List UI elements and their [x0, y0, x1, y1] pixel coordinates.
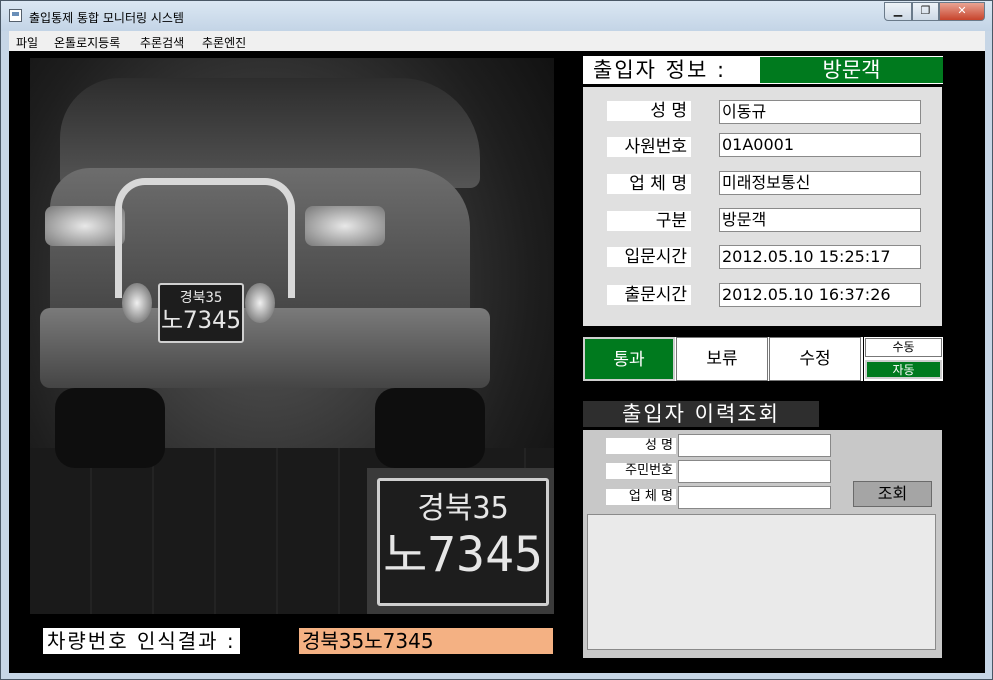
fog-light-right	[245, 283, 275, 323]
plate-number: 노7345	[161, 306, 241, 334]
minimize-button[interactable]: ▁	[884, 2, 912, 21]
action-bar: 통과 보류 수정	[583, 337, 863, 381]
history-name-label: 성 명	[606, 438, 676, 454]
menu-file[interactable]: 파일	[16, 34, 38, 51]
headlight-left	[45, 206, 125, 246]
visitor-info-title: 출입자 정보 :	[593, 58, 727, 82]
grille-guard	[115, 178, 295, 298]
edit-button[interactable]: 수정	[769, 337, 861, 381]
history-company-input[interactable]	[678, 486, 831, 509]
history-name-input[interactable]	[678, 434, 831, 457]
license-plate-zoom: 경북35 노7345	[377, 478, 549, 606]
search-button[interactable]: 조회	[853, 481, 932, 507]
name-field[interactable]: 이동규	[719, 100, 921, 124]
category-label: 구분	[607, 211, 691, 231]
visitor-info-header: 출입자 정보 : 방문객	[583, 56, 943, 84]
category-field[interactable]: 방문객	[719, 208, 921, 232]
menu-inference-search[interactable]: 추론검색	[140, 34, 184, 51]
name-label: 성 명	[607, 101, 691, 121]
history-panel: 성 명 주민번호 업 체 명 조회	[583, 430, 942, 658]
maximize-button[interactable]: ❐	[912, 2, 939, 21]
company-label: 업 체 명	[607, 174, 691, 194]
recognition-result: 경북35노7345	[299, 628, 553, 654]
mode-toggle: 수동 자동	[864, 337, 943, 381]
employee-id-field[interactable]: 01A0001	[719, 133, 921, 157]
history-result-list[interactable]	[587, 514, 936, 650]
manual-mode-button[interactable]: 수동	[865, 338, 942, 357]
plate-zoom-number: 노7345	[383, 527, 543, 583]
history-resident-id-label: 주민번호	[606, 463, 676, 479]
pass-button[interactable]: 통과	[583, 337, 675, 381]
visitor-info-panel: 성 명 이동규 사원번호 01A0001 업 체 명 미래정보통신 구분 방문객…	[583, 87, 942, 326]
auto-mode-button[interactable]: 자동	[865, 360, 942, 379]
app-window: 출입통제 통합 모니터링 시스템 ▁ ❐ ✕ 파일 온톨로지등록 추론검색 추론…	[0, 0, 993, 680]
menu-ontology-register[interactable]: 온톨로지등록	[54, 34, 120, 51]
plate-region: 경북35	[179, 290, 223, 306]
history-company-label: 업 체 명	[606, 489, 676, 505]
app-icon[interactable]	[9, 9, 22, 22]
company-field[interactable]: 미래정보통신	[719, 171, 921, 195]
hold-button[interactable]: 보류	[676, 337, 768, 381]
entry-time-label: 입문시간	[607, 247, 691, 267]
title-bar[interactable]: 출입통제 통합 모니터링 시스템 ▁ ❐ ✕	[1, 1, 992, 31]
close-button[interactable]: ✕	[939, 2, 985, 21]
license-plate: 경북35 노7345	[158, 283, 244, 343]
menu-inference-engine[interactable]: 추론엔진	[202, 34, 246, 51]
employee-id-label: 사원번호	[607, 137, 691, 157]
plate-zoom-inset: 경북35 노7345	[367, 468, 554, 614]
exit-time-field[interactable]: 2012.05.10 16:37:26	[719, 283, 921, 307]
exit-time-label: 출문시간	[607, 285, 691, 305]
tire-left	[55, 388, 165, 468]
camera-image: 경북35 노7345 경북35 노7345	[30, 58, 554, 614]
menu-bar: 파일 온톨로지등록 추론검색 추론엔진	[9, 31, 985, 51]
visitor-type-badge: 방문객	[760, 57, 943, 83]
headlight-right	[305, 206, 385, 246]
fog-light-left	[122, 283, 152, 323]
plate-zoom-region: 경북35	[417, 491, 509, 526]
history-resident-id-input[interactable]	[678, 460, 831, 483]
recognition-label: 차량번호 인식결과 :	[43, 628, 240, 654]
entry-time-field[interactable]: 2012.05.10 15:25:17	[719, 245, 921, 269]
tire-right	[375, 388, 485, 468]
history-title: 출입자 이력조회	[583, 401, 819, 427]
window-title: 출입통제 통합 모니터링 시스템	[29, 11, 184, 25]
